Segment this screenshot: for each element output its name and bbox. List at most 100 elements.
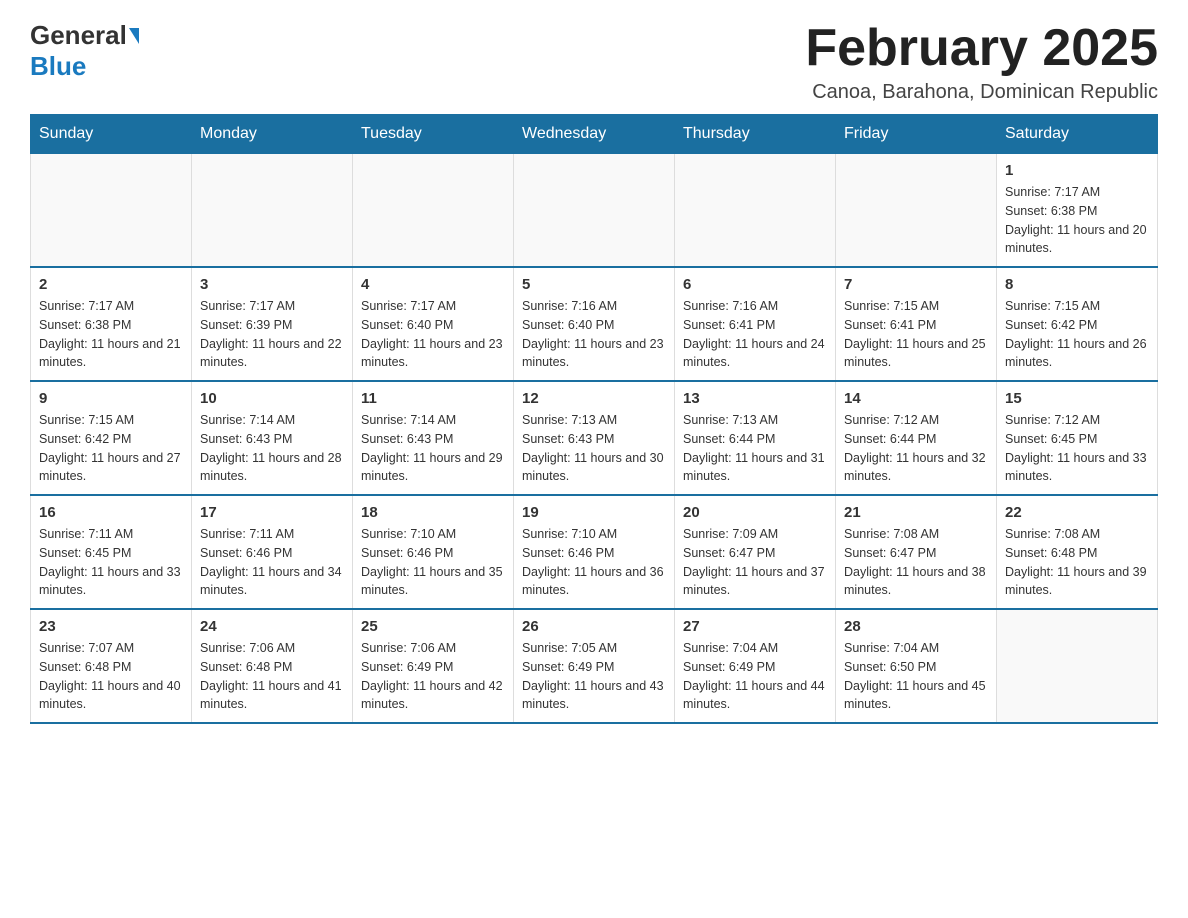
- day-number: 4: [361, 276, 505, 293]
- calendar-day-cell: 15 Sunrise: 7:12 AMSunset: 6:45 PMDayligh…: [997, 381, 1158, 495]
- header-monday: Monday: [192, 115, 353, 154]
- calendar-day-cell: 23Sunrise: 7:07 AMSunset: 6:48 PMDayligh…: [31, 609, 192, 723]
- calendar-header: Sunday Monday Tuesday Wednesday Thursday…: [31, 115, 1158, 154]
- day-info: Sunrise: 7:04 AMSunset: 6:50 PMDaylight:…: [844, 639, 988, 714]
- header-sunday: Sunday: [31, 115, 192, 154]
- day-info: Sunrise: 7:16 AMSunset: 6:41 PMDaylight:…: [683, 297, 827, 372]
- day-info: Sunrise: 7:13 AMSunset: 6:43 PMDaylight:…: [522, 411, 666, 486]
- day-number: 6: [683, 276, 827, 293]
- day-number: 21: [844, 504, 988, 521]
- header-thursday: Thursday: [675, 115, 836, 154]
- day-number: 20: [683, 504, 827, 521]
- calendar-week-row: 23Sunrise: 7:07 AMSunset: 6:48 PMDayligh…: [31, 609, 1158, 723]
- calendar-day-cell: 24 Sunrise: 7:06 AMSunset: 6:48 PMDayligh…: [192, 609, 353, 723]
- calendar-day-cell: [31, 154, 192, 268]
- header-saturday: Saturday: [997, 115, 1158, 154]
- calendar-day-cell: 9Sunrise: 7:15 AMSunset: 6:42 PMDaylight…: [31, 381, 192, 495]
- calendar-week-row: 1Sunrise: 7:17 AMSunset: 6:38 PMDaylight…: [31, 154, 1158, 268]
- day-number: 25: [361, 618, 505, 635]
- day-info: Sunrise: 7:07 AMSunset: 6:48 PMDaylight:…: [39, 639, 183, 714]
- calendar-day-cell: 20 Sunrise: 7:09 AMSunset: 6:47 PMDayligh…: [675, 495, 836, 609]
- day-info: Sunrise: 7:06 AMSunset: 6:49 PMDaylight:…: [361, 639, 505, 714]
- day-info: Sunrise: 7:10 AMSunset: 6:46 PMDaylight:…: [361, 525, 505, 600]
- day-info: Sunrise: 7:05 AMSunset: 6:49 PMDaylight:…: [522, 639, 666, 714]
- day-info: Sunrise: 7:16 AMSunset: 6:40 PMDaylight:…: [522, 297, 666, 372]
- day-number: 3: [200, 276, 344, 293]
- day-number: 2: [39, 276, 183, 293]
- calendar-day-cell: 11 Sunrise: 7:14 AMSunset: 6:43 PMDayligh…: [353, 381, 514, 495]
- calendar-day-cell: 21 Sunrise: 7:08 AMSunset: 6:47 PMDayligh…: [836, 495, 997, 609]
- calendar-day-cell: 17Sunrise: 7:11 AMSunset: 6:46 PMDayligh…: [192, 495, 353, 609]
- calendar-day-cell: 28 Sunrise: 7:04 AMSunset: 6:50 PMDayligh…: [836, 609, 997, 723]
- day-number: 13: [683, 390, 827, 407]
- day-info: Sunrise: 7:14 AMSunset: 6:43 PMDaylight:…: [361, 411, 505, 486]
- day-info: Sunrise: 7:12 AMSunset: 6:45 PMDaylight:…: [1005, 411, 1149, 486]
- calendar-day-cell: 16 Sunrise: 7:11 AMSunset: 6:45 PMDayligh…: [31, 495, 192, 609]
- weekday-header-row: Sunday Monday Tuesday Wednesday Thursday…: [31, 115, 1158, 154]
- calendar-day-cell: [997, 609, 1158, 723]
- day-info: Sunrise: 7:17 AMSunset: 6:40 PMDaylight:…: [361, 297, 505, 372]
- calendar-day-cell: 26 Sunrise: 7:05 AMSunset: 6:49 PMDayligh…: [514, 609, 675, 723]
- calendar-table: Sunday Monday Tuesday Wednesday Thursday…: [30, 114, 1158, 724]
- day-info: Sunrise: 7:15 AMSunset: 6:42 PMDaylight:…: [1005, 297, 1149, 372]
- calendar-day-cell: 2 Sunrise: 7:17 AMSunset: 6:38 PMDaylight…: [31, 267, 192, 381]
- calendar-day-cell: [836, 154, 997, 268]
- header-wednesday: Wednesday: [514, 115, 675, 154]
- day-number: 16: [39, 504, 183, 521]
- calendar-day-cell: 22Sunrise: 7:08 AMSunset: 6:48 PMDayligh…: [997, 495, 1158, 609]
- day-info: Sunrise: 7:17 AMSunset: 6:38 PMDaylight:…: [39, 297, 183, 372]
- logo-arrow-icon: [129, 28, 139, 44]
- logo-general-text: General: [30, 20, 127, 51]
- day-info: Sunrise: 7:10 AMSunset: 6:46 PMDaylight:…: [522, 525, 666, 600]
- calendar-body: 1 Sunrise: 7:17 AMSunset: 6:38 PMDaylight…: [31, 154, 1158, 724]
- day-number: 19: [522, 504, 666, 521]
- day-number: 1: [1005, 162, 1149, 179]
- calendar-day-cell: 25 Sunrise: 7:06 AMSunset: 6:49 PMDayligh…: [353, 609, 514, 723]
- page-header: General Blue February 2025 Canoa, Baraho…: [30, 20, 1158, 104]
- day-number: 28: [844, 618, 988, 635]
- day-info: Sunrise: 7:09 AMSunset: 6:47 PMDaylight:…: [683, 525, 827, 600]
- day-info: Sunrise: 7:12 AMSunset: 6:44 PMDaylight:…: [844, 411, 988, 486]
- header-friday: Friday: [836, 115, 997, 154]
- header-tuesday: Tuesday: [353, 115, 514, 154]
- logo: General Blue: [30, 20, 141, 82]
- calendar-day-cell: 8Sunrise: 7:15 AMSunset: 6:42 PMDaylight…: [997, 267, 1158, 381]
- day-number: 10: [200, 390, 344, 407]
- day-info: Sunrise: 7:11 AMSunset: 6:45 PMDaylight:…: [39, 525, 183, 600]
- day-number: 26: [522, 618, 666, 635]
- calendar-day-cell: [675, 154, 836, 268]
- day-number: 15: [1005, 390, 1149, 407]
- day-number: 9: [39, 390, 183, 407]
- day-info: Sunrise: 7:08 AMSunset: 6:47 PMDaylight:…: [844, 525, 988, 600]
- day-number: 5: [522, 276, 666, 293]
- day-info: Sunrise: 7:11 AMSunset: 6:46 PMDaylight:…: [200, 525, 344, 600]
- day-number: 7: [844, 276, 988, 293]
- location: Canoa, Barahona, Dominican Republic: [805, 81, 1158, 104]
- calendar-week-row: 2 Sunrise: 7:17 AMSunset: 6:38 PMDaylight…: [31, 267, 1158, 381]
- calendar-day-cell: 3 Sunrise: 7:17 AMSunset: 6:39 PMDaylight…: [192, 267, 353, 381]
- calendar-day-cell: 4 Sunrise: 7:17 AMSunset: 6:40 PMDaylight…: [353, 267, 514, 381]
- calendar-day-cell: 27Sunrise: 7:04 AMSunset: 6:49 PMDayligh…: [675, 609, 836, 723]
- day-number: 18: [361, 504, 505, 521]
- calendar-day-cell: 7 Sunrise: 7:15 AMSunset: 6:41 PMDaylight…: [836, 267, 997, 381]
- calendar-week-row: 9Sunrise: 7:15 AMSunset: 6:42 PMDaylight…: [31, 381, 1158, 495]
- calendar-day-cell: [353, 154, 514, 268]
- day-info: Sunrise: 7:17 AMSunset: 6:39 PMDaylight:…: [200, 297, 344, 372]
- day-info: Sunrise: 7:08 AMSunset: 6:48 PMDaylight:…: [1005, 525, 1149, 600]
- day-info: Sunrise: 7:15 AMSunset: 6:41 PMDaylight:…: [844, 297, 988, 372]
- calendar-day-cell: 18 Sunrise: 7:10 AMSunset: 6:46 PMDayligh…: [353, 495, 514, 609]
- day-info: Sunrise: 7:06 AMSunset: 6:48 PMDaylight:…: [200, 639, 344, 714]
- calendar-day-cell: 1Sunrise: 7:17 AMSunset: 6:38 PMDaylight…: [997, 154, 1158, 268]
- day-number: 11: [361, 390, 505, 407]
- calendar-day-cell: 5 Sunrise: 7:16 AMSunset: 6:40 PMDaylight…: [514, 267, 675, 381]
- calendar-day-cell: 14Sunrise: 7:12 AMSunset: 6:44 PMDayligh…: [836, 381, 997, 495]
- day-info: Sunrise: 7:14 AMSunset: 6:43 PMDaylight:…: [200, 411, 344, 486]
- logo-blue-text: Blue: [30, 51, 86, 82]
- calendar-day-cell: [192, 154, 353, 268]
- month-title: February 2025: [805, 20, 1158, 77]
- day-number: 24: [200, 618, 344, 635]
- calendar-week-row: 16 Sunrise: 7:11 AMSunset: 6:45 PMDayligh…: [31, 495, 1158, 609]
- day-info: Sunrise: 7:13 AMSunset: 6:44 PMDaylight:…: [683, 411, 827, 486]
- calendar-day-cell: 10 Sunrise: 7:14 AMSunset: 6:43 PMDayligh…: [192, 381, 353, 495]
- day-number: 27: [683, 618, 827, 635]
